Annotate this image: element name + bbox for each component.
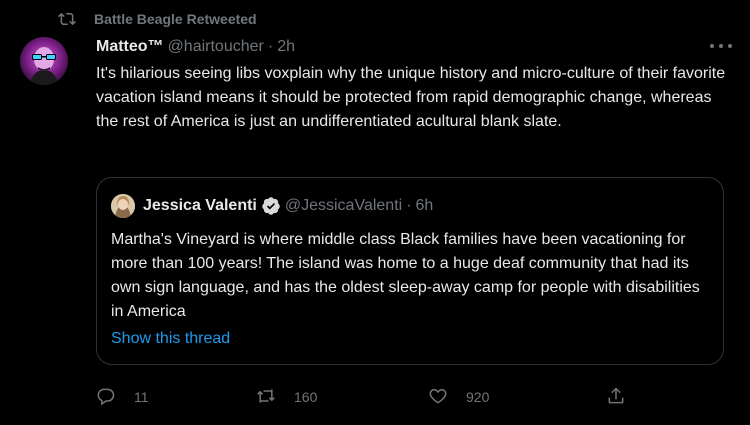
retweet-count: 160 bbox=[294, 389, 318, 405]
author-name[interactable]: Matteo™ bbox=[96, 38, 164, 56]
social-context-text[interactable]: Battle Beagle Retweeted bbox=[94, 11, 257, 27]
quote-avatar bbox=[111, 194, 135, 218]
quoted-tweet[interactable]: Jessica Valenti @JessicaValenti · 6h Mar… bbox=[96, 177, 724, 365]
quote-separator: · bbox=[406, 197, 412, 214]
retweet-icon bbox=[256, 386, 276, 409]
social-context: Battle Beagle Retweeted bbox=[58, 9, 257, 29]
action-bar: 11 160 920 bbox=[96, 386, 636, 408]
quote-author-name[interactable]: Jessica Valenti bbox=[143, 197, 257, 215]
reply-button[interactable]: 11 bbox=[96, 386, 149, 408]
timestamp[interactable]: 2h bbox=[277, 38, 295, 56]
retweet-button[interactable]: 160 bbox=[256, 386, 317, 408]
quote-header: Jessica Valenti @JessicaValenti · 6h bbox=[111, 194, 433, 218]
share-button[interactable] bbox=[606, 386, 626, 408]
quote-text: Martha's Vineyard is where middle class … bbox=[111, 231, 700, 320]
reply-count: 11 bbox=[134, 389, 149, 405]
heart-icon bbox=[428, 386, 448, 409]
show-thread-link[interactable]: Show this thread bbox=[111, 330, 230, 348]
avatar[interactable] bbox=[20, 37, 68, 85]
like-button[interactable]: 920 bbox=[428, 386, 489, 408]
like-count: 920 bbox=[466, 389, 490, 405]
quote-timestamp[interactable]: 6h bbox=[416, 197, 434, 215]
tweet-header: Matteo™ @hairtoucher · 2h bbox=[96, 37, 730, 57]
tweet[interactable]: Battle Beagle Retweeted Matteo™ @hairtou bbox=[0, 0, 750, 425]
separator: · bbox=[267, 38, 274, 55]
more-horizontal-icon[interactable] bbox=[710, 38, 732, 54]
reply-icon bbox=[96, 386, 116, 409]
tweet-text: It's hilarious seeing libs voxplain why … bbox=[96, 65, 726, 130]
author-handle[interactable]: @hairtoucher bbox=[168, 38, 264, 56]
retweet-icon bbox=[58, 10, 76, 28]
quote-author-handle[interactable]: @JessicaValenti bbox=[285, 197, 402, 215]
verified-badge-icon bbox=[261, 196, 281, 216]
share-icon bbox=[606, 386, 626, 409]
